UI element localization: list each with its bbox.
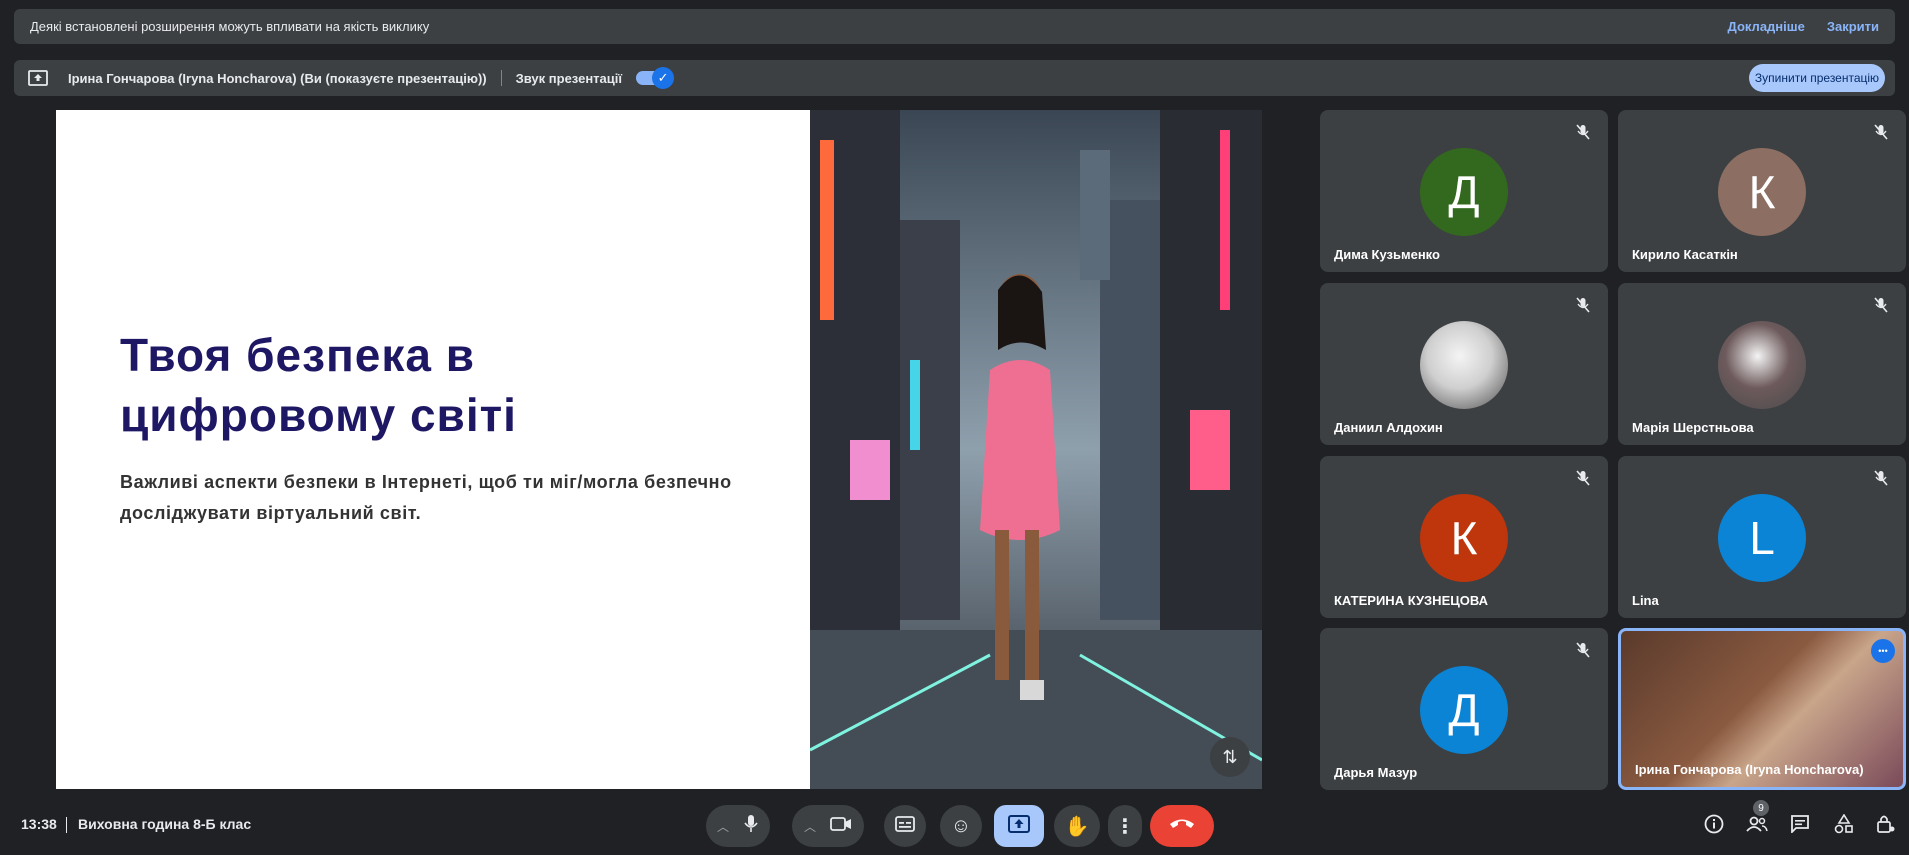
camera-icon[interactable]: [830, 816, 852, 837]
mic-off-icon: [1874, 124, 1888, 145]
hand-icon[interactable]: ✋: [1065, 814, 1090, 839]
details-link[interactable]: Докладніше: [1728, 19, 1805, 34]
avatar: [1718, 321, 1806, 409]
people-icon[interactable]: [1746, 816, 1768, 837]
participant-tile[interactable]: Марія Шерстньова: [1618, 283, 1906, 445]
mic-off-icon: [1576, 124, 1590, 145]
avatar: К: [1718, 148, 1806, 236]
captions-icon[interactable]: [895, 815, 915, 837]
shapes-icon[interactable]: [1834, 812, 1854, 839]
presenter-label: Ірина Гончарова (Iryna Honcharova) (Ви (…: [68, 70, 487, 86]
participant-name: Даниил Алдохин: [1334, 420, 1443, 435]
extensions-warning-bar: Деякі встановлені розширення можуть впли…: [14, 9, 1895, 44]
participant-tile[interactable]: ••• Ірина Гончарова (Iryna Honcharova): [1618, 628, 1906, 790]
people-button[interactable]: 9: [1745, 800, 1769, 838]
raise-hand-button[interactable]: ✋: [1054, 805, 1100, 847]
participant-name: Lina: [1632, 593, 1659, 608]
divider: [66, 817, 67, 833]
clock: 13:38: [21, 816, 57, 832]
microphone-icon[interactable]: [743, 814, 759, 839]
participant-tile[interactable]: Даниил Алдохин: [1320, 283, 1608, 445]
reactions-button[interactable]: ☺: [940, 805, 982, 847]
camera-control[interactable]: ︿: [792, 805, 864, 847]
chat-button[interactable]: [1788, 814, 1812, 838]
presentation-sound-label: Звук презентації: [515, 70, 623, 86]
lock-person-icon[interactable]: [1876, 814, 1896, 839]
present-now-button[interactable]: [994, 805, 1044, 847]
leave-call-button[interactable]: [1150, 805, 1214, 847]
activities-button[interactable]: [1832, 812, 1856, 839]
swap-layout-button[interactable]: ⇅: [1210, 737, 1250, 777]
participant-tile[interactable]: К КАТЕРИНА КУЗНЕЦОВА: [1320, 456, 1608, 618]
avatar: Д: [1420, 148, 1508, 236]
participant-name: Марія Шерстньова: [1632, 420, 1754, 435]
avatar: [1420, 321, 1508, 409]
presentation-sound-toggle[interactable]: ✓: [636, 67, 675, 89]
participant-tile[interactable]: L Lina: [1618, 456, 1906, 618]
mic-off-icon: [1576, 642, 1590, 663]
chevron-up-icon[interactable]: ︿: [717, 818, 729, 835]
present-screen-icon: [28, 70, 48, 86]
participant-tile[interactable]: Д Дима Кузьменко: [1320, 110, 1608, 272]
meeting-details-button[interactable]: [1702, 814, 1726, 838]
chevron-up-icon[interactable]: ︿: [804, 818, 816, 835]
close-warning-link[interactable]: Закрити: [1827, 19, 1879, 34]
participant-name: Дарья Мазур: [1334, 765, 1418, 780]
meeting-controls-bar: 13:38 Виховна година 8-Б клас ︿ ︿ ☺ ✋ ⋮: [0, 800, 1909, 850]
mic-off-icon: [1576, 297, 1590, 318]
participant-name: КАТЕРИНА КУЗНЕЦОВА: [1334, 593, 1488, 608]
more-horiz-icon[interactable]: •••: [1871, 639, 1895, 663]
slide-title: Твоя безпека в цифровому світі: [120, 329, 517, 441]
participant-name: Кирило Касаткін: [1632, 247, 1738, 262]
shared-presentation-slide: Твоя безпека в цифровому світі Важливі а…: [56, 110, 1262, 789]
slide-subtitle: Важливі аспекти безпеки в Інтернеті, щоб…: [120, 472, 732, 523]
participant-tile[interactable]: Д Дарья Мазур: [1320, 628, 1608, 790]
participant-tile[interactable]: К Кирило Касаткін: [1618, 110, 1906, 272]
emoji-icon[interactable]: ☺: [951, 815, 971, 838]
captions-button[interactable]: [884, 805, 926, 847]
info-icon[interactable]: [1704, 814, 1724, 839]
check-icon: ✓: [652, 67, 675, 89]
stop-presenting-button[interactable]: Зупинити презентацію: [1749, 64, 1885, 92]
presentation-bar: Ірина Гончарова (Iryna Honcharova) (Ви (…: [14, 60, 1895, 96]
warning-text: Деякі встановлені розширення можуть впли…: [30, 19, 430, 34]
meeting-title: Виховна година 8-Б клас: [78, 816, 252, 832]
chat-icon[interactable]: [1790, 814, 1810, 838]
slide-photo: ⇅: [810, 110, 1262, 789]
mic-off-icon: [1874, 470, 1888, 491]
end-call-icon[interactable]: [1169, 817, 1195, 835]
avatar: К: [1420, 494, 1508, 582]
avatar: Д: [1420, 666, 1508, 754]
more-options-button[interactable]: ⋮: [1108, 805, 1142, 847]
participant-count-badge: 9: [1753, 800, 1769, 816]
participant-name: Ірина Гончарова (Iryna Honcharova): [1635, 762, 1864, 777]
more-vert-icon[interactable]: ⋮: [1115, 814, 1135, 839]
divider: [500, 70, 502, 86]
mic-off-icon: [1874, 297, 1888, 318]
host-controls-button[interactable]: [1874, 814, 1898, 838]
participant-name: Дима Кузьменко: [1334, 247, 1440, 262]
mic-off-icon: [1576, 470, 1590, 491]
microphone-control[interactable]: ︿: [706, 805, 770, 847]
avatar: L: [1718, 494, 1806, 582]
present-screen-icon[interactable]: [1008, 814, 1030, 838]
